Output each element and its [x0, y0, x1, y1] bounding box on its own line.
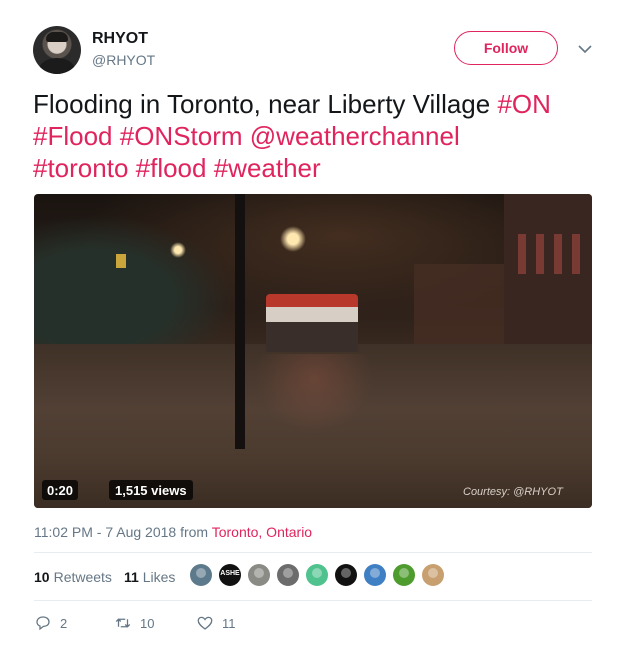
retweets-stat[interactable]: 10 Retweets	[34, 569, 112, 585]
video-streetcar	[266, 294, 358, 352]
mention-weatherchannel[interactable]: @weatherchannel	[250, 121, 460, 151]
liker-avatar[interactable]: ASHE	[219, 564, 241, 586]
video-window	[518, 234, 526, 274]
user-avatar[interactable]	[33, 26, 81, 74]
tweet-timestamp: 11:02 PM - 7 Aug 2018 from Toronto, Onta…	[34, 524, 312, 540]
video-reflection	[254, 354, 374, 434]
hashtag-toronto[interactable]: #toronto	[33, 153, 128, 183]
hashtag-on[interactable]: #ON	[497, 89, 550, 119]
tweet-location[interactable]: Toronto, Ontario	[212, 524, 312, 540]
liker-avatar[interactable]	[393, 564, 415, 586]
liker-avatar-text: ASHE	[220, 570, 240, 577]
video-duration: 0:20	[42, 480, 79, 500]
liker-avatar-face	[341, 568, 351, 578]
liker-avatar-face	[312, 568, 322, 578]
hashtag-flood[interactable]: #Flood	[33, 121, 113, 151]
hashtag-weather[interactable]: #weather	[214, 153, 321, 183]
video-watermark: Courtesy: @RHYOT	[463, 486, 563, 498]
chevron-down-icon[interactable]	[576, 40, 594, 58]
retweets-label: Retweets	[53, 569, 112, 585]
liker-avatar[interactable]	[190, 564, 212, 586]
avatar-shirt	[39, 58, 75, 74]
video-window	[554, 234, 562, 274]
liker-avatar[interactable]	[364, 564, 386, 586]
reply-count: 2	[60, 615, 68, 631]
hashtag-onstorm[interactable]: #ONStorm	[120, 121, 243, 151]
tweet-text: Flooding in Toronto, near Liberty Villag…	[33, 88, 603, 184]
liker-avatar[interactable]	[422, 564, 444, 586]
liker-avatar-face	[196, 568, 206, 578]
avatar-hair	[46, 32, 68, 42]
video-traffic-sign	[116, 254, 126, 268]
likes-count: 11	[123, 569, 139, 585]
user-name[interactable]: RHYOT	[92, 30, 148, 48]
user-handle[interactable]: @RHYOT	[92, 52, 155, 68]
liker-avatar[interactable]	[277, 564, 299, 586]
tweet-body: Flooding in Toronto, near Liberty Villag…	[33, 89, 498, 119]
video-player[interactable]: 0:20 1,515 views Courtesy: @RHYOT	[34, 194, 592, 508]
video-window	[536, 234, 544, 274]
follow-button[interactable]: Follow	[454, 31, 558, 65]
like-count: 11	[222, 615, 236, 631]
divider-top	[34, 552, 592, 553]
likes-stat[interactable]: 11 Likes	[124, 569, 176, 585]
retweet-action[interactable]: 10	[114, 614, 196, 632]
hashtag-flood-lower[interactable]: #flood	[136, 153, 207, 183]
reply-action[interactable]: 2	[34, 614, 114, 632]
liker-avatar[interactable]	[335, 564, 357, 586]
tweet-card: RHYOT @RHYOT Follow Flooding in Toronto,…	[0, 0, 619, 658]
liker-avatar-face	[254, 568, 264, 578]
liker-avatar-face	[399, 568, 409, 578]
like-action[interactable]: 11	[196, 614, 236, 632]
liker-avatar-face	[428, 568, 438, 578]
liker-avatar[interactable]	[306, 564, 328, 586]
retweet-count: 10	[140, 615, 155, 631]
liker-avatar-face	[370, 568, 380, 578]
likes-label: Likes	[142, 569, 176, 585]
likers-list: ASHE	[190, 564, 451, 586]
tweet-time[interactable]: 11:02 PM - 7 Aug 2018 from	[34, 524, 212, 540]
retweets-count: 10	[34, 569, 50, 585]
heart-icon	[197, 616, 213, 630]
liker-avatar[interactable]	[248, 564, 270, 586]
engagement-stats: 10 Retweets 11 Likes	[34, 569, 187, 585]
divider-bottom	[34, 600, 592, 601]
liker-avatar-face	[283, 568, 293, 578]
video-window	[572, 234, 580, 274]
video-pole	[235, 194, 245, 449]
video-streetlight	[280, 226, 306, 252]
reply-icon	[36, 616, 50, 631]
action-bar: 2 10 11	[34, 614, 236, 632]
video-view-count: 1,515 views	[109, 480, 193, 500]
retweet-icon	[115, 618, 131, 628]
video-streetlight	[170, 242, 186, 258]
